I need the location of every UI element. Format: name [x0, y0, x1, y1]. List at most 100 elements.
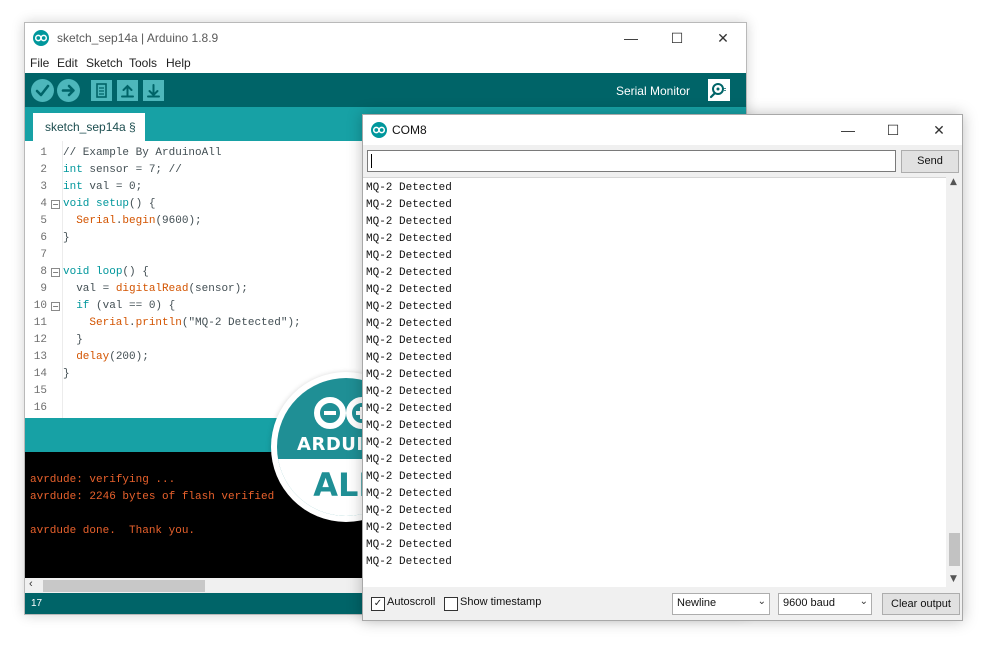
- autoscroll-label: Autoscroll: [387, 596, 436, 608]
- scroll-left-icon[interactable]: ‹: [29, 578, 33, 590]
- minimize-button[interactable]: —: [825, 115, 871, 145]
- output-line: MQ-2 Detected: [366, 522, 452, 534]
- output-line: MQ-2 Detected: [366, 556, 452, 568]
- maximize-button[interactable]: ☐: [654, 23, 700, 53]
- output-line: MQ-2 Detected: [366, 284, 452, 296]
- new-sketch-button[interactable]: [91, 80, 112, 101]
- maximize-button[interactable]: ☐: [870, 115, 916, 145]
- code-text: }: [63, 232, 70, 244]
- output-line: MQ-2 Detected: [366, 250, 452, 262]
- line-number: 6: [40, 232, 47, 244]
- line-number: 9: [40, 283, 47, 295]
- save-sketch-button[interactable]: [143, 80, 164, 101]
- upload-button[interactable]: [57, 79, 80, 102]
- line-number: 3: [40, 181, 47, 193]
- line-number: 13: [33, 351, 47, 363]
- ide-toolbar: Serial Monitor: [25, 73, 746, 107]
- code-text: val = digitalRead(sensor);: [63, 283, 248, 295]
- output-line: MQ-2 Detected: [366, 403, 452, 415]
- menu-file[interactable]: File: [30, 56, 49, 70]
- text-cursor: [371, 154, 372, 168]
- scroll-down-icon[interactable]: ▼: [950, 574, 957, 584]
- line-number: 8: [40, 266, 47, 278]
- menu-tools[interactable]: Tools: [129, 56, 157, 70]
- ide-title-bar: sketch_sep14a | Arduino 1.8.9 — ☐ ✕: [25, 23, 746, 53]
- line-number: 10: [33, 300, 47, 312]
- code-text: Serial.println("MQ-2 Detected");: [89, 317, 301, 329]
- line-number: 5: [40, 215, 47, 227]
- output-line: MQ-2 Detected: [366, 233, 452, 245]
- chevron-down-icon: ⌄: [859, 596, 868, 607]
- output-line: MQ-2 Detected: [366, 182, 452, 194]
- code-text: // Example By ArduinoAll: [63, 147, 222, 159]
- output-line: MQ-2 Detected: [366, 301, 452, 313]
- clear-output-button[interactable]: Clear output: [882, 593, 960, 615]
- code-text: delay(200);: [76, 351, 149, 363]
- serial-monitor-window: COM8 — ☐ ✕ Send MQ-2 Detected MQ-2 Detect…: [362, 114, 963, 621]
- output-line: MQ-2 Detected: [366, 420, 452, 432]
- line-number: 14: [33, 368, 47, 380]
- line-ending-select[interactable]: Newline ⌄: [672, 593, 770, 615]
- open-sketch-button[interactable]: [117, 80, 138, 101]
- minimize-button[interactable]: —: [608, 23, 654, 53]
- code-text: Serial.begin(9600);: [76, 215, 202, 227]
- save-icon: [147, 84, 160, 98]
- line-number: 1: [40, 147, 47, 159]
- fold-toggle-icon[interactable]: −: [51, 268, 60, 277]
- line-number: 12: [33, 334, 47, 346]
- upload-icon: [61, 84, 75, 97]
- vertical-scroll-thumb[interactable]: [949, 533, 960, 566]
- timestamp-label: Show timestamp: [460, 596, 542, 608]
- timestamp-checkbox[interactable]: [444, 597, 458, 611]
- close-button[interactable]: ✕: [916, 115, 962, 145]
- ide-window-title: sketch_sep14a | Arduino 1.8.9: [57, 31, 219, 45]
- serial-window-title: COM8: [392, 123, 427, 137]
- arduino-app-icon: [33, 30, 49, 46]
- baud-rate-value: 9600 baud: [783, 597, 835, 609]
- output-line: MQ-2 Detected: [366, 386, 452, 398]
- fold-toggle-icon[interactable]: −: [51, 200, 60, 209]
- send-button[interactable]: Send: [901, 150, 959, 173]
- code-text: int sensor = 7; //: [63, 164, 182, 176]
- serial-bottom-bar: ✓ Autoscroll Show timestamp Newline ⌄ 96…: [363, 587, 962, 620]
- menu-help[interactable]: Help: [166, 56, 191, 70]
- chevron-down-icon: ⌄: [757, 596, 766, 607]
- line-number: 2: [40, 164, 47, 176]
- serial-monitor-button[interactable]: [708, 79, 730, 101]
- code-text: int val = 0;: [63, 181, 143, 193]
- baud-rate-select[interactable]: 9600 baud ⌄: [778, 593, 872, 615]
- output-line: MQ-2 Detected: [366, 437, 452, 449]
- scroll-up-icon[interactable]: ▲: [950, 177, 957, 187]
- serial-title-bar: COM8 — ☐ ✕: [363, 115, 962, 145]
- output-line: MQ-2 Detected: [366, 335, 452, 347]
- vertical-scrollbar[interactable]: ▲ ▼: [946, 177, 962, 587]
- line-number: 7: [40, 249, 47, 261]
- output-line: MQ-2 Detected: [366, 216, 452, 228]
- horizontal-scroll-thumb[interactable]: [43, 580, 205, 592]
- menu-edit[interactable]: Edit: [57, 56, 78, 70]
- code-text: void loop() {: [63, 266, 149, 278]
- line-number-status: 17: [31, 598, 43, 609]
- magnifier-icon: [709, 83, 726, 99]
- serial-send-input[interactable]: [367, 150, 896, 172]
- open-icon: [121, 84, 134, 98]
- code-text: }: [63, 334, 83, 346]
- close-button[interactable]: ✕: [700, 23, 746, 53]
- autoscroll-checkbox[interactable]: ✓: [371, 597, 385, 611]
- menu-sketch[interactable]: Sketch: [86, 56, 123, 70]
- menu-bar: File Edit Sketch Tools Help: [25, 53, 746, 73]
- line-number: 15: [33, 385, 47, 397]
- output-line: MQ-2 Detected: [366, 318, 452, 330]
- serial-monitor-label: Serial Monitor: [615, 84, 690, 98]
- output-line: MQ-2 Detected: [366, 488, 452, 500]
- serial-output[interactable]: MQ-2 Detected MQ-2 Detected MQ-2 Detected M…: [363, 177, 946, 588]
- tab-sketch[interactable]: sketch_sep14a §: [33, 113, 145, 141]
- output-line: MQ-2 Detected: [366, 471, 452, 483]
- output-line: MQ-2 Detected: [366, 267, 452, 279]
- code-text: void setup() {: [63, 198, 156, 210]
- verify-icon: [35, 84, 50, 97]
- console-line: avrdude done. Thank you.: [30, 525, 196, 537]
- line-number: 4: [40, 198, 47, 210]
- fold-toggle-icon[interactable]: −: [51, 302, 60, 311]
- verify-button[interactable]: [31, 79, 54, 102]
